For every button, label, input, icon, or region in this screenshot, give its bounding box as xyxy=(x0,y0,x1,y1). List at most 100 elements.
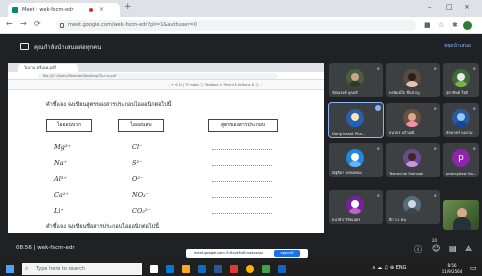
meet-bottom-bar: 08:56 | wek-fscm-edr meet.google.com กำล… xyxy=(0,236,482,260)
mic-off-icon: ✕ xyxy=(433,146,437,151)
windows-taskbar: ⌕ Type here to search ∧ ☁ ♫ ⊕ ENG 8:56 1… xyxy=(0,262,482,276)
word-icon[interactable] xyxy=(278,265,286,273)
answer-line-1 xyxy=(212,149,272,150)
info-icon[interactable]: ⓘ xyxy=(414,244,422,255)
screen: Meet - wek-fscm-edr × + – □ × ← → ⟳ meet… xyxy=(0,0,482,276)
profile-avatar[interactable] xyxy=(463,21,472,30)
recording-indicator-icon xyxy=(89,8,93,12)
maximize-button[interactable]: □ xyxy=(446,3,453,11)
participant-avatar xyxy=(346,196,364,214)
close-window-button[interactable]: × xyxy=(464,3,470,11)
stop-sharing-button[interactable]: หยุดแชร์ xyxy=(274,250,300,257)
back-button[interactable]: ← xyxy=(6,19,13,28)
people-icon[interactable]: ☺ xyxy=(432,244,440,253)
participant-avatar xyxy=(403,109,421,127)
close-tab-icon[interactable]: × xyxy=(99,3,104,17)
participant-count: 20 xyxy=(432,238,438,243)
participant-tile[interactable]: ✕ สุดาทิพย์ ใจดี xyxy=(443,63,479,97)
pdf-page: คำชี้แจง จงเขียนสูตรของสารประกอบไอออนิกต… xyxy=(32,95,304,233)
answer-line-3 xyxy=(212,181,272,182)
edge-icon[interactable] xyxy=(166,265,174,273)
line-icon[interactable] xyxy=(262,265,270,273)
participant-name: ณัฐริดา พรหมทอง xyxy=(332,170,362,175)
browser-tab-strip: Meet - wek-fscm-edr × + – □ × xyxy=(0,0,482,17)
header-anion: ไอออนลบ xyxy=(118,119,164,132)
answer-line-2 xyxy=(212,165,272,166)
mail-icon[interactable] xyxy=(214,265,222,273)
taskbar-search-box[interactable]: ⌕ Type here to search xyxy=(22,263,142,275)
participant-avatar xyxy=(403,149,421,167)
self-video-tile[interactable] xyxy=(443,200,479,230)
answer-line-4 xyxy=(212,197,272,198)
shared-screen: ใบงาน ตรีเนพ.pdf file:///C:/Users/Teache… xyxy=(8,63,324,233)
new-tab-button[interactable]: + xyxy=(124,2,132,12)
participant-tile[interactable]: ✕ ธนาธร แก้วมณี xyxy=(386,103,440,137)
lock-icon xyxy=(60,23,64,28)
self-video-body xyxy=(453,217,471,230)
extensions-icon[interactable]: ✱ xyxy=(452,21,458,29)
question-1: คำชี้แจง จงเขียนสูตรของสารประกอบไอออนิกต… xyxy=(46,102,172,108)
participant-name: อีก 11 คน xyxy=(389,217,406,222)
address-bar[interactable]: meet.google.com/wek-fscm-edr?pli=1&authu… xyxy=(56,20,416,31)
answer-line-5 xyxy=(212,213,272,214)
participant-avatar xyxy=(346,149,364,167)
mic-off-icon: ✕ xyxy=(472,66,476,71)
presenting-text: คุณกำลังนำเสนอต่อทุกคน xyxy=(34,44,102,51)
participant-name: สุดาทิพย์ ใจดี xyxy=(446,90,468,95)
header-cation: ไอออนบวก xyxy=(46,119,92,132)
browser-toolbar: ← → ⟳ meet.google.com/wek-fscm-edr?pli=1… xyxy=(0,17,482,34)
participant-tile[interactable]: ✕ ณัฐริดา พรหมทอง xyxy=(329,143,383,177)
participant-name: ธนาธร แก้วมณี xyxy=(389,130,415,135)
participant-avatar xyxy=(403,196,421,214)
tab-title: Meet - wek-fscm-edr xyxy=(22,7,74,13)
shared-browser-tab: ใบงาน ตรีเนพ.pdf xyxy=(18,64,78,72)
cation-1: Mg²⁺ xyxy=(54,143,71,151)
anion-5: CO₃²⁻ xyxy=(132,207,151,215)
mic-off-icon: ✕ xyxy=(376,193,380,198)
chrome-icon[interactable] xyxy=(246,265,254,273)
url-text: meet.google.com/wek-fscm-edr?pli=1&authu… xyxy=(68,22,197,28)
participant-tile[interactable]: ✕ p prakaykaw Ho... xyxy=(443,143,479,177)
participant-tile[interactable]: ✕ ฮัยฟาคร์ พลงาม xyxy=(443,103,479,137)
participant-tile[interactable]: ✕ พรพิมพ์ใจ ชื่นชาญ xyxy=(386,63,440,97)
participant-tile[interactable]: ✕ ธนาธิป วิชัยเนตร xyxy=(329,190,383,224)
participant-avatar xyxy=(403,69,421,87)
minimize-button[interactable]: – xyxy=(428,3,432,11)
participant-name: prakaykaw Ho... xyxy=(446,171,477,176)
participant-tile-others[interactable]: ✕ อีก 11 คน xyxy=(386,190,440,224)
participant-tile[interactable]: ✕ ชัยณรงค์ อุดมดี xyxy=(329,63,383,97)
system-tray[interactable]: ∧ ☁ ♫ ⊕ ENG xyxy=(372,265,406,271)
file-explorer-icon[interactable] xyxy=(182,265,190,273)
camera-permission-icon[interactable]: ■ xyxy=(424,21,431,29)
task-view-icon[interactable] xyxy=(150,265,158,273)
star-icon[interactable]: ☆ xyxy=(438,21,444,29)
anion-2: S²⁻ xyxy=(132,159,143,167)
app-icon[interactable] xyxy=(230,265,238,273)
present-screen-icon xyxy=(20,43,29,50)
question-2: คำชี้แจง จงเขียนชื่อสารประกอบไอออนิกต่อไ… xyxy=(46,224,159,230)
shared-address-bar: file:///C:/Users/Teacher/Desktop/ใบงาน.p… xyxy=(8,72,324,80)
cation-3: Al³⁺ xyxy=(54,175,67,183)
reload-button[interactable]: ⟳ xyxy=(34,19,41,28)
clock-date: 11/9/2564 xyxy=(441,269,463,274)
windows-start-icon[interactable] xyxy=(6,265,14,273)
taskbar-clock[interactable]: 8:56 11/9/2564 xyxy=(438,263,466,275)
meeting-code: wek-fscm-edr xyxy=(37,245,75,251)
notification-icon[interactable]: ▭ xyxy=(470,264,477,272)
activities-icon[interactable]: ⟁ xyxy=(465,244,472,254)
presenting-banner: คุณกำลังนำเสนอต่อทุกคน หยุดนำเสนอ xyxy=(0,35,482,57)
snackbar-text: meet.google.com กำลังแชร์หน้าจอของคุณ xyxy=(194,251,263,255)
browser-tab-meet[interactable]: Meet - wek-fscm-edr × xyxy=(8,3,120,17)
mic-off-icon: ✕ xyxy=(376,66,380,71)
forward-button[interactable]: → xyxy=(20,19,27,28)
participant-tile-active[interactable]: Dang kaset Pha... xyxy=(328,102,384,138)
participant-name: ฮัยฟาคร์ พลงาม xyxy=(446,130,473,135)
stop-presenting-button[interactable]: หยุดนำเสนอ xyxy=(444,42,471,50)
store-icon[interactable] xyxy=(198,265,206,273)
meet-favicon-icon xyxy=(12,7,18,13)
participant-name: ธนาธิป วิชัยเนตร xyxy=(332,217,361,222)
participant-name: ชัยณรงค์ อุดมดี xyxy=(332,90,358,95)
mic-off-icon: ✕ xyxy=(472,106,476,111)
participant-tile[interactable]: ✕ Teerachai Somsak xyxy=(386,143,440,177)
chat-icon[interactable]: ▤ xyxy=(449,244,457,253)
